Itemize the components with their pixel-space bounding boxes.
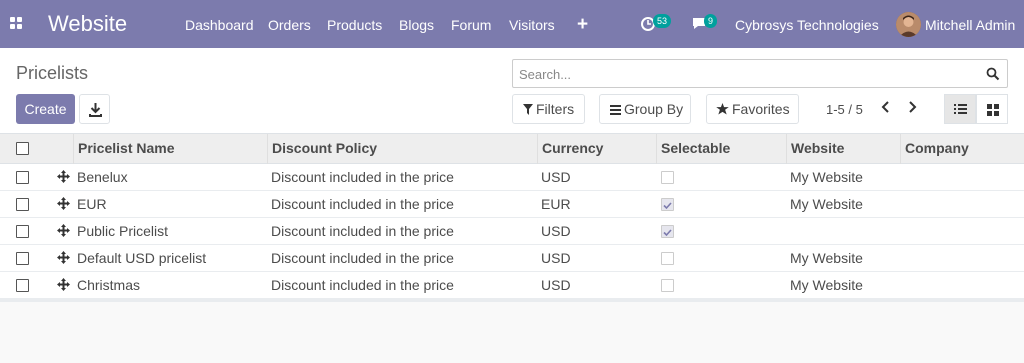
list-view-button[interactable] — [944, 94, 976, 124]
menu-forum[interactable]: Forum — [451, 17, 491, 33]
header-company[interactable]: Company — [900, 134, 1024, 164]
table-row[interactable]: Benelux Discount included in the price U… — [0, 164, 1024, 191]
drag-handle-icon[interactable] — [57, 278, 70, 291]
cell-currency: EUR — [541, 196, 571, 212]
header-handle-col — [40, 134, 73, 164]
kanban-view-button[interactable] — [976, 94, 1008, 124]
company-switcher[interactable]: Cybrosys Technologies — [735, 17, 879, 33]
page-title: Pricelists — [16, 63, 89, 83]
group-by-button[interactable]: Group By — [599, 94, 691, 124]
search-icon[interactable] — [986, 67, 1000, 81]
filters-button[interactable]: Filters — [512, 94, 585, 124]
check-icon — [663, 202, 672, 210]
chevron-left-icon[interactable] — [880, 100, 892, 114]
search-input[interactable]: Search... — [512, 59, 1008, 88]
user-menu[interactable]: Mitchell Admin — [925, 17, 1015, 33]
cell-currency: USD — [541, 169, 571, 185]
app-menu-icon[interactable] — [10, 17, 24, 31]
cell-discount-policy: Discount included in the price — [271, 277, 454, 293]
filter-icon — [523, 104, 533, 115]
drag-handle-icon[interactable] — [57, 197, 70, 210]
user-avatar[interactable] — [896, 12, 921, 37]
cell-pricelist-name: EUR — [77, 196, 107, 212]
header-currency[interactable]: Currency — [537, 134, 656, 164]
cell-currency: USD — [541, 277, 571, 293]
table-row[interactable]: EUR Discount included in the price EUR M… — [0, 191, 1024, 218]
top-navbar: Website Dashboard Orders Products Blogs … — [0, 0, 1024, 48]
create-button[interactable]: Create — [16, 94, 75, 124]
cell-discount-policy: Discount included in the price — [271, 223, 454, 239]
menu-products[interactable]: Products — [327, 17, 382, 33]
cell-pricelist-name: Default USD pricelist — [77, 250, 207, 266]
header-selectable[interactable]: Selectable — [656, 134, 786, 164]
table-row[interactable]: Default USD pricelist Discount included … — [0, 245, 1024, 272]
favorites-button[interactable]: Favorites — [706, 94, 799, 124]
menu-orders[interactable]: Orders — [268, 17, 311, 33]
messages-count-badge: 9 — [704, 14, 718, 28]
cell-discount-policy: Discount included in the price — [271, 196, 454, 212]
menu-visitors[interactable]: Visitors — [509, 17, 555, 33]
chevron-right-icon[interactable] — [906, 100, 918, 114]
select-all-checkbox[interactable] — [16, 142, 29, 155]
list-view-icon — [954, 104, 967, 114]
header-pricelist-name[interactable]: Pricelist Name — [73, 134, 267, 164]
cell-pricelist-name: Public Pricelist — [77, 223, 169, 239]
cell-pricelist-name: Benelux — [77, 169, 128, 185]
cell-selectable-checkbox — [661, 225, 674, 238]
cell-website: My Website — [790, 196, 863, 212]
menu-blogs[interactable]: Blogs — [399, 17, 434, 33]
download-button[interactable] — [79, 94, 110, 124]
star-icon — [716, 103, 729, 115]
cell-website: My Website — [790, 250, 863, 266]
table-header: Pricelist Name Discount Policy Currency … — [0, 134, 1024, 164]
row-checkbox[interactable] — [16, 171, 29, 184]
table-footer — [0, 299, 1024, 302]
cell-selectable-checkbox — [661, 171, 674, 184]
drag-handle-icon[interactable] — [57, 251, 70, 264]
row-checkbox[interactable] — [16, 252, 29, 265]
cell-pricelist-name: Christmas — [77, 277, 141, 293]
row-checkbox[interactable] — [16, 279, 29, 292]
check-icon — [663, 229, 672, 237]
cell-website: My Website — [790, 169, 863, 185]
header-website[interactable]: Website — [786, 134, 900, 164]
pager-value[interactable]: 1-5 / 5 — [826, 102, 863, 117]
cell-discount-policy: Discount included in the price — [271, 169, 454, 185]
search-placeholder: Search... — [519, 67, 572, 82]
cell-selectable-checkbox — [661, 198, 674, 211]
row-checkbox[interactable] — [16, 198, 29, 211]
menu-dashboard[interactable]: Dashboard — [185, 17, 254, 33]
cell-discount-policy: Discount included in the price — [271, 250, 454, 266]
app-title[interactable]: Website — [48, 11, 127, 37]
drag-handle-icon[interactable] — [57, 224, 70, 237]
cell-website: My Website — [790, 277, 863, 293]
table-row[interactable]: Public Pricelist Discount included in th… — [0, 218, 1024, 245]
control-panel: Pricelists Create Search... Filters Grou… — [0, 48, 1024, 134]
kanban-view-icon — [987, 104, 999, 116]
cell-currency: USD — [541, 250, 571, 266]
table-row[interactable]: Christmas Discount included in the price… — [0, 272, 1024, 299]
bars-icon — [610, 105, 621, 115]
cell-selectable-checkbox — [661, 279, 674, 292]
cell-selectable-checkbox — [661, 252, 674, 265]
cell-currency: USD — [541, 223, 571, 239]
plus-icon[interactable]: + — [577, 14, 588, 36]
download-icon — [89, 103, 102, 117]
activity-count-badge: 53 — [653, 14, 672, 28]
drag-handle-icon[interactable] — [57, 170, 70, 183]
header-discount-policy[interactable]: Discount Policy — [267, 134, 537, 164]
row-checkbox[interactable] — [16, 225, 29, 238]
